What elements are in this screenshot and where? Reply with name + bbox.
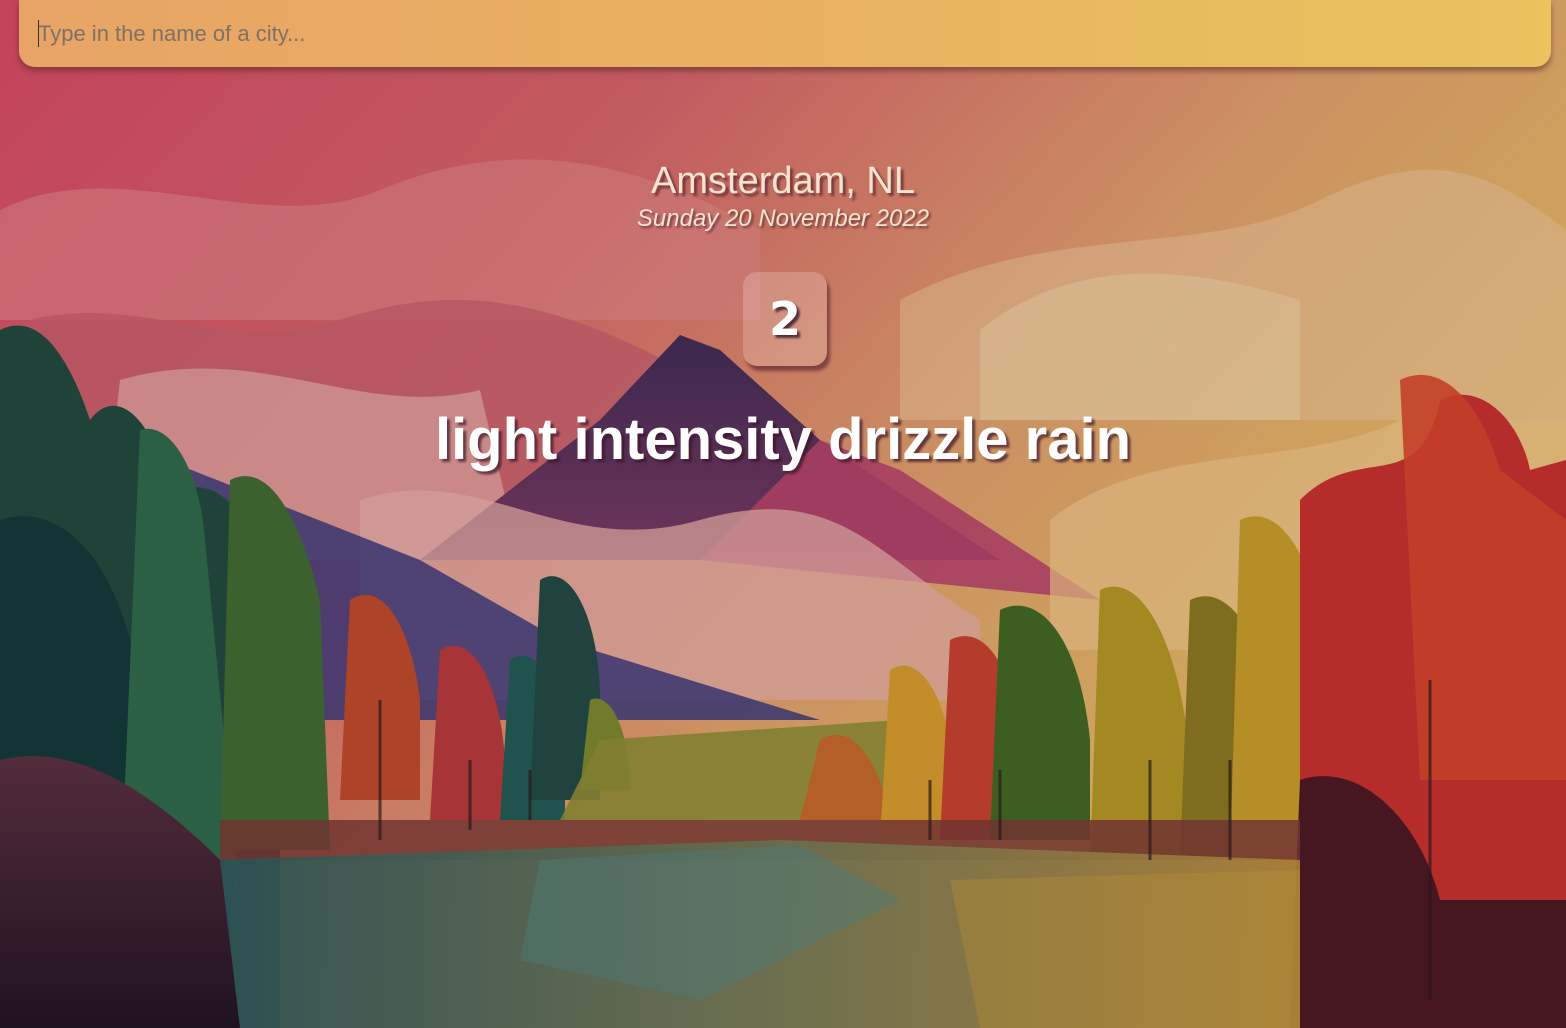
location-name: Amsterdam, NL <box>651 160 915 202</box>
search-bar <box>19 0 1551 67</box>
background-landscape-image <box>0 0 1566 1028</box>
city-search-input[interactable] <box>38 16 1518 52</box>
temperature-box: 2 <box>743 272 827 366</box>
weather-description: light intensity drizzle rain <box>434 407 1132 472</box>
current-date: Sunday 20 November 2022 <box>636 205 930 232</box>
text-cursor <box>38 20 39 47</box>
weather-app: Amsterdam, NL Sunday 20 November 2022 2 … <box>0 0 1566 1028</box>
temperature-value: 2 <box>768 292 801 346</box>
